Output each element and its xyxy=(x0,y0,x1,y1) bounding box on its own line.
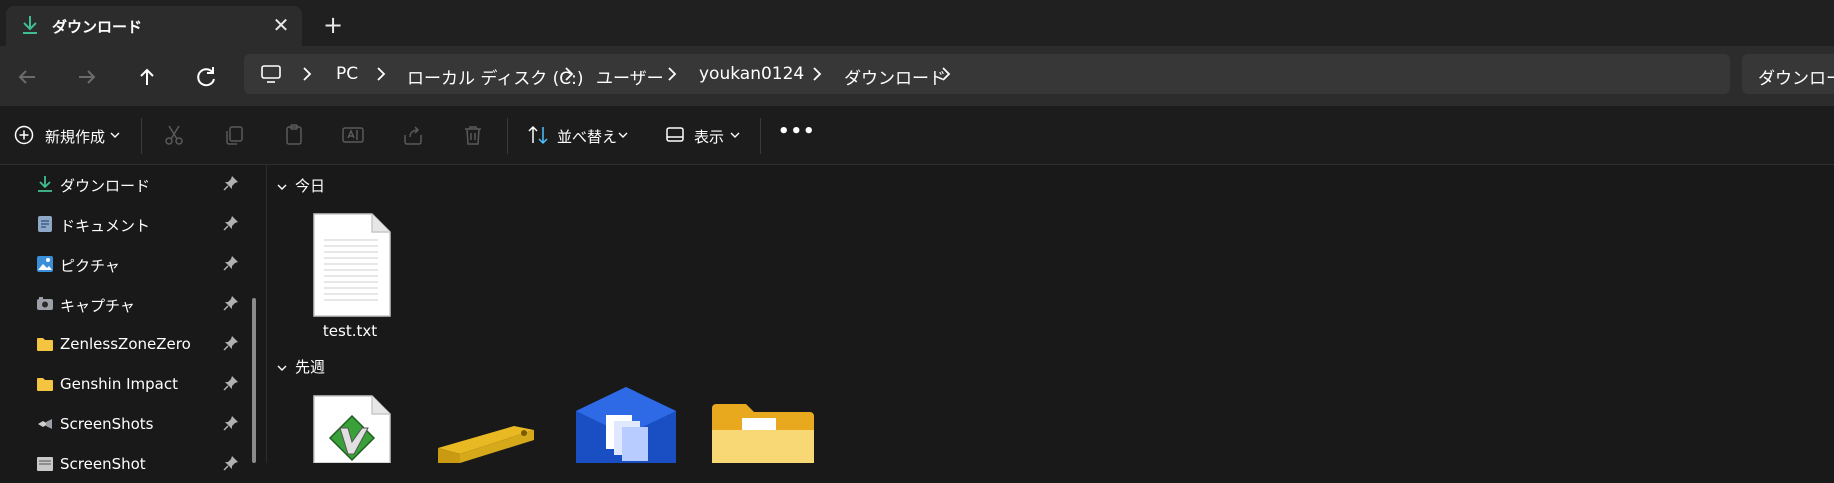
sidebar-item-label: ドキュメント xyxy=(60,217,151,235)
sidebar-item-label: Genshin Impact xyxy=(60,375,179,393)
refresh-icon[interactable] xyxy=(192,62,222,92)
pin-icon[interactable] xyxy=(223,295,239,311)
tab-downloads[interactable]: ダウンロード ✕ xyxy=(6,6,302,46)
breadcrumb-user-folder[interactable]: youkan0124 xyxy=(699,64,804,84)
breadcrumb-users[interactable]: ユーザー xyxy=(596,64,664,89)
group-header-today[interactable]: 今日 xyxy=(277,175,325,196)
sidebar-item-zenlesszonezero[interactable]: ZenlessZoneZero xyxy=(0,325,262,363)
chevron-down-icon[interactable] xyxy=(110,131,120,139)
sidebar-item-pictures[interactable]: ピクチャ xyxy=(0,245,262,283)
sidebar-item-label: ScreenShots xyxy=(60,415,154,433)
pin-icon[interactable] xyxy=(223,415,239,431)
pin-icon[interactable] xyxy=(223,175,239,191)
close-tab-icon[interactable]: ✕ xyxy=(268,12,294,38)
3d-model-icon xyxy=(438,426,534,463)
add-circle-icon[interactable] xyxy=(14,125,34,145)
pin-icon[interactable] xyxy=(223,255,239,271)
pc-monitor-icon[interactable] xyxy=(260,64,282,84)
toolbar-divider xyxy=(760,118,761,154)
sidebar-item-label: ZenlessZoneZero xyxy=(60,335,191,353)
vim-file-icon xyxy=(313,395,391,463)
group-label: 先週 xyxy=(295,358,326,376)
tab-title: ダウンロード xyxy=(52,18,143,36)
pin-icon[interactable] xyxy=(223,375,239,391)
search-placeholder: ダウンロード xyxy=(1758,69,1834,89)
chevron-right-icon[interactable] xyxy=(374,65,388,83)
copy-icon[interactable] xyxy=(222,123,246,147)
chevron-down-icon xyxy=(277,184,287,190)
group-label: 今日 xyxy=(295,177,326,195)
capture-icon xyxy=(37,297,53,310)
new-button[interactable]: 新規作成 xyxy=(45,126,105,147)
pin-icon[interactable] xyxy=(223,455,239,471)
forward-arrow-icon[interactable] xyxy=(72,62,102,92)
sidebar-item-label: ピクチャ xyxy=(60,257,120,275)
file-item-folder[interactable] xyxy=(702,400,822,463)
rename-icon[interactable] xyxy=(341,123,365,147)
navigation-bar: PC ローカル ディスク (C:) ユーザー youkan0124 ダウンロード… xyxy=(0,46,1834,106)
sort-button[interactable]: 並べ替え xyxy=(557,126,617,147)
picture-icon xyxy=(37,256,53,272)
chevron-right-icon[interactable] xyxy=(562,65,576,83)
command-toolbar: 新規作成 並べ替え 表示 ••• xyxy=(0,106,1834,165)
chevron-down-icon[interactable] xyxy=(730,131,740,139)
file-item-test-txt[interactable]: test.txt xyxy=(290,212,410,347)
download-icon xyxy=(38,176,52,192)
chevron-right-icon[interactable] xyxy=(939,65,953,83)
file-item-app[interactable] xyxy=(566,385,686,463)
chevron-right-icon[interactable] xyxy=(665,65,679,83)
group-header-last-week[interactable]: 先週 xyxy=(277,356,325,377)
address-bar[interactable]: PC ローカル ディスク (C:) ユーザー youkan0124 ダウンロード xyxy=(244,54,1730,94)
file-item-model[interactable] xyxy=(428,408,548,463)
back-arrow-icon[interactable] xyxy=(12,62,42,92)
up-arrow-icon[interactable] xyxy=(132,62,162,92)
view-layout-icon[interactable] xyxy=(665,125,685,145)
breadcrumb-local-disk[interactable]: ローカル ディスク (C:) xyxy=(407,64,583,89)
folder-icon xyxy=(37,338,53,351)
chevron-down-icon xyxy=(277,365,287,371)
sidebar-item-label: キャプチャ xyxy=(60,297,135,315)
sidebar-item-genshin-impact[interactable]: Genshin Impact xyxy=(0,365,262,403)
breadcrumb-downloads[interactable]: ダウンロード xyxy=(844,64,946,89)
sidebar-item-screenshot[interactable]: ScreenShot xyxy=(0,445,262,483)
file-name: test.txt xyxy=(322,322,378,340)
sidebar-item-label: ScreenShot xyxy=(60,455,146,473)
more-options-icon[interactable]: ••• xyxy=(778,121,816,142)
screenshot-icon xyxy=(37,457,53,471)
folder-icon xyxy=(37,378,53,391)
sidebar-item-screenshots[interactable]: ScreenShots xyxy=(0,405,262,443)
tab-bar: ダウンロード ✕ + xyxy=(0,0,1834,46)
download-icon xyxy=(23,16,37,34)
sidebar-item-downloads[interactable]: ダウンロード xyxy=(0,165,262,203)
cut-icon[interactable] xyxy=(162,123,186,147)
share-icon[interactable] xyxy=(401,123,425,147)
sidebar-scrollbar[interactable] xyxy=(252,298,256,463)
paste-icon[interactable] xyxy=(282,123,306,147)
app-icon xyxy=(576,387,676,463)
new-tab-button[interactable]: + xyxy=(318,10,348,40)
file-item-vim-script[interactable] xyxy=(290,392,410,463)
breadcrumb-pc[interactable]: PC xyxy=(336,64,358,84)
document-icon xyxy=(38,216,52,232)
chevron-right-icon[interactable] xyxy=(810,65,824,83)
chevron-down-icon[interactable] xyxy=(618,131,628,139)
chevron-right-icon[interactable] xyxy=(300,65,314,83)
pin-icon[interactable] xyxy=(223,335,239,351)
sidebar-item-documents[interactable]: ドキュメント xyxy=(0,205,262,243)
sort-icon[interactable] xyxy=(526,123,550,147)
view-button[interactable]: 表示 xyxy=(694,126,724,147)
pin-icon[interactable] xyxy=(223,215,239,231)
toolbar-divider xyxy=(507,118,508,154)
folder-icon xyxy=(712,404,814,463)
delete-icon[interactable] xyxy=(461,123,485,147)
sidebar-item-label: ダウンロード xyxy=(60,177,151,195)
navigation-pane: ダウンロード ドキュメント ピクチャ キャプチャ ZenlessZoneZero… xyxy=(0,165,267,473)
screenshots-icon xyxy=(38,419,52,429)
text-file-icon xyxy=(313,213,391,317)
search-box[interactable]: ダウンロード xyxy=(1742,54,1834,94)
sidebar-item-capture[interactable]: キャプチャ xyxy=(0,285,262,323)
toolbar-divider xyxy=(141,118,142,154)
